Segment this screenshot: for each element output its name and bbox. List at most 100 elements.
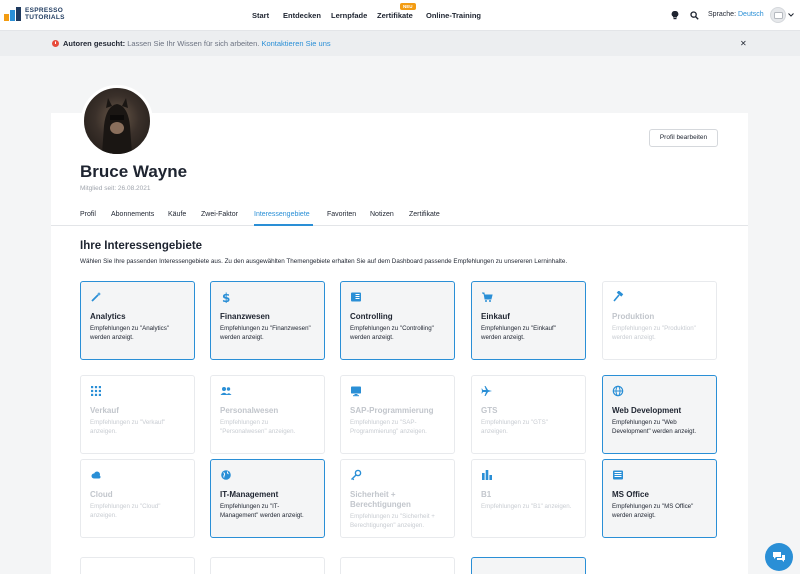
- nav-item-entdecken[interactable]: Entdecken: [283, 11, 321, 20]
- tile-title: Cloud: [90, 490, 113, 499]
- nav-item-lernpfade[interactable]: Lernpfade: [331, 11, 367, 20]
- dots-icon: [90, 567, 185, 574]
- tile-description: Empfehlungen zu "Sicherheit + Berechtigu…: [350, 513, 435, 529]
- tile-description: Empfehlungen zu "GTS" anzeigen.: [481, 419, 548, 435]
- interest-tile-cloud[interactable]: Cloud Empfehlungen zu "Cloud" anzeigen.: [80, 459, 195, 538]
- svg-text:$: $: [222, 291, 230, 303]
- earth-icon: [220, 469, 315, 483]
- tile-title: Controlling: [350, 312, 393, 321]
- nav-item-zertifikate[interactable]: Zertifikate: [377, 11, 413, 20]
- lightbulb-icon[interactable]: [670, 10, 680, 20]
- tile-description: Empfehlungen zu "Web Development" werden…: [612, 419, 697, 435]
- profile-photo: [102, 98, 132, 154]
- avatar: [81, 85, 153, 157]
- alarm-clock-icon: [350, 567, 445, 574]
- chat-bubble-icon: [773, 552, 785, 562]
- tab-interessengebiete[interactable]: Interessengebiete: [254, 211, 310, 218]
- notice-title: Autoren gesucht:: [63, 39, 126, 48]
- ledger-icon: [350, 291, 445, 305]
- logo-mark-icon: [4, 7, 21, 21]
- cloud-icon: [90, 469, 185, 483]
- interest-tile-gts[interactable]: GTS Empfehlungen zu "GTS" anzeigen.: [471, 375, 586, 454]
- tile-title: IT-Management: [220, 490, 279, 499]
- interest-tile-sap-programmierung[interactable]: SAP-Programmierung Empfehlungen zu "SAP-…: [340, 375, 455, 454]
- nav-item-start[interactable]: Start: [252, 11, 269, 20]
- tab-favoriten[interactable]: Favoriten: [327, 211, 356, 218]
- authors-wanted-banner: Autoren gesucht: Lassen Sie Ihr Wissen f…: [0, 31, 800, 56]
- tab-kaeufe[interactable]: Käufe: [168, 211, 186, 218]
- interest-tile-produktion[interactable]: Produktion Empfehlungen zu "Produktion" …: [602, 281, 717, 360]
- globe-icon: [612, 385, 707, 399]
- chat-button[interactable]: [765, 543, 793, 571]
- user-avatar-button[interactable]: [770, 7, 786, 23]
- tab-profil[interactable]: Profil: [80, 211, 96, 218]
- interests-title: Ihre Interessengebiete: [80, 240, 203, 252]
- interests-description: Wählen Sie Ihre passenden Interessengebi…: [80, 258, 568, 265]
- interest-tile-partial[interactable]: [80, 557, 195, 574]
- wand-icon: [90, 291, 185, 305]
- tile-description: Empfehlungen zu "Personalwesen" anzeigen…: [220, 419, 296, 435]
- tile-title: B1: [481, 490, 492, 499]
- compass-icon: [220, 567, 315, 574]
- language-label: Sprache:: [708, 11, 737, 18]
- interest-tile-sicherheit-berechtigungen[interactable]: Sicherheit + Berechtigungen Empfehlungen…: [340, 459, 455, 538]
- tile-description: Empfehlungen zu "SAP-Programmierung" anz…: [350, 419, 427, 435]
- monitor-icon: [350, 385, 445, 399]
- tile-title: SAP-Programmierung: [350, 406, 434, 415]
- dollar-icon: $: [220, 291, 315, 305]
- interest-tile-analytics[interactable]: Analytics Empfehlungen zu "Analytics" we…: [80, 281, 195, 360]
- edit-profile-button[interactable]: Profil bearbeiten: [649, 129, 718, 147]
- interest-tile-personalwesen[interactable]: Personalwesen Empfehlungen zu "Personalw…: [210, 375, 325, 454]
- tab-abonnements[interactable]: Abonnements: [111, 211, 154, 218]
- interest-tile-partial[interactable]: [210, 557, 325, 574]
- interest-tile-partial[interactable]: [340, 557, 455, 574]
- active-tab-indicator: [254, 224, 313, 226]
- tile-description: Empfehlungen zu "Controlling" werden anz…: [350, 325, 434, 341]
- interest-tile-ms-office[interactable]: MS Office Empfehlungen zu "MS Office" we…: [602, 459, 717, 538]
- interest-tile-it-management[interactable]: IT-Management Empfehlungen zu "IT-Manage…: [210, 459, 325, 538]
- tab-notizen[interactable]: Notizen: [370, 211, 394, 218]
- interest-tile-finanzwesen[interactable]: $ Finanzwesen Empfehlungen zu "Finanzwes…: [210, 281, 325, 360]
- interest-tile-controlling[interactable]: Controlling Empfehlungen zu "Controlling…: [340, 281, 455, 360]
- user-card-icon: [774, 12, 783, 19]
- tile-description: Empfehlungen zu "Produktion" werden anze…: [612, 325, 696, 341]
- chevron-down-icon[interactable]: [788, 13, 794, 17]
- grid-icon: [90, 385, 185, 399]
- tab-zertifikate[interactable]: Zertifikate: [409, 211, 440, 218]
- tile-title: GTS: [481, 406, 498, 415]
- notice-text: Lassen Sie Ihr Wissen für sich arbeiten.: [127, 39, 260, 48]
- tile-title: Sicherheit + Berechtigungen: [350, 490, 411, 509]
- espresso-tutorials-logo[interactable]: ESPRESSO TUTORIALS: [4, 7, 65, 21]
- logo-text: ESPRESSO TUTORIALS: [25, 7, 65, 21]
- cart-icon: [481, 291, 576, 305]
- interest-tile-partial[interactable]: [471, 557, 586, 574]
- close-icon[interactable]: ✕: [740, 39, 747, 48]
- hammer-icon: [612, 290, 707, 305]
- tile-description: Empfehlungen zu "Analytics" werden anzei…: [90, 325, 170, 341]
- rocket-icon: [481, 567, 576, 574]
- tile-description: Empfehlungen zu "Cloud" anzeigen.: [90, 503, 161, 519]
- bars-icon: [481, 469, 576, 483]
- member-since: Mitglied seit: 26.08.2021: [80, 185, 151, 192]
- tile-description: Empfehlungen zu "Finanzwesen" werden anz…: [220, 325, 311, 341]
- office-icon: [612, 469, 707, 483]
- tile-title: Finanzwesen: [220, 312, 270, 321]
- tile-title: Web Development: [612, 406, 682, 415]
- search-icon[interactable]: [690, 11, 699, 20]
- interest-tile-b1[interactable]: B1 Empfehlungen zu "B1" anzeigen.: [471, 459, 586, 538]
- interest-tile-einkauf[interactable]: Einkauf Empfehlungen zu "Einkauf" werden…: [471, 281, 586, 360]
- tile-title: Verkauf: [90, 406, 119, 415]
- interest-tile-verkauf[interactable]: Verkauf Empfehlungen zu "Verkauf" anzeig…: [80, 375, 195, 454]
- tab-zwei-faktor[interactable]: Zwei-Faktor: [201, 211, 238, 218]
- top-navigation-bar: ESPRESSO TUTORIALS Start Entdecken Lernp…: [0, 0, 800, 31]
- tile-title: Personalwesen: [220, 406, 279, 415]
- contact-us-link[interactable]: Kontaktieren Sie uns: [261, 39, 330, 48]
- key-icon: [350, 469, 445, 483]
- section-divider: [51, 225, 748, 226]
- interest-tile-web-development[interactable]: Web Development Empfehlungen zu "Web Dev…: [602, 375, 717, 454]
- people-icon: [220, 385, 315, 399]
- new-badge: NEU: [400, 3, 416, 10]
- tile-description: Empfehlungen zu "B1" anzeigen.: [481, 503, 572, 510]
- nav-item-online-training[interactable]: Online-Training: [426, 11, 481, 20]
- language-selector[interactable]: Deutsch: [738, 11, 764, 18]
